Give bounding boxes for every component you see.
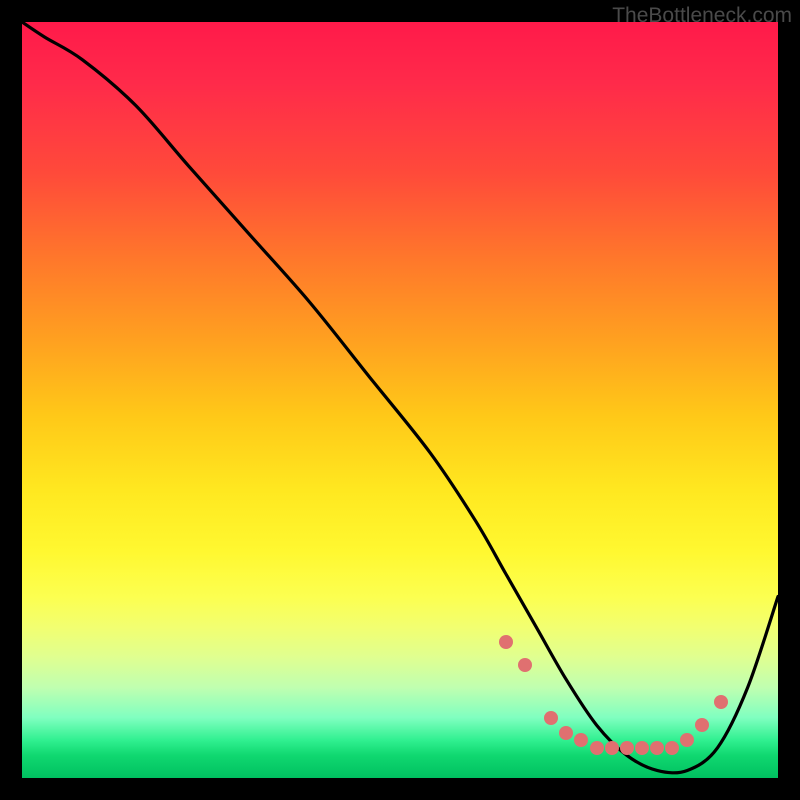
gradient-background [22, 22, 778, 778]
watermark-text: TheBottleneck.com [612, 4, 792, 28]
plot-area [22, 22, 778, 778]
